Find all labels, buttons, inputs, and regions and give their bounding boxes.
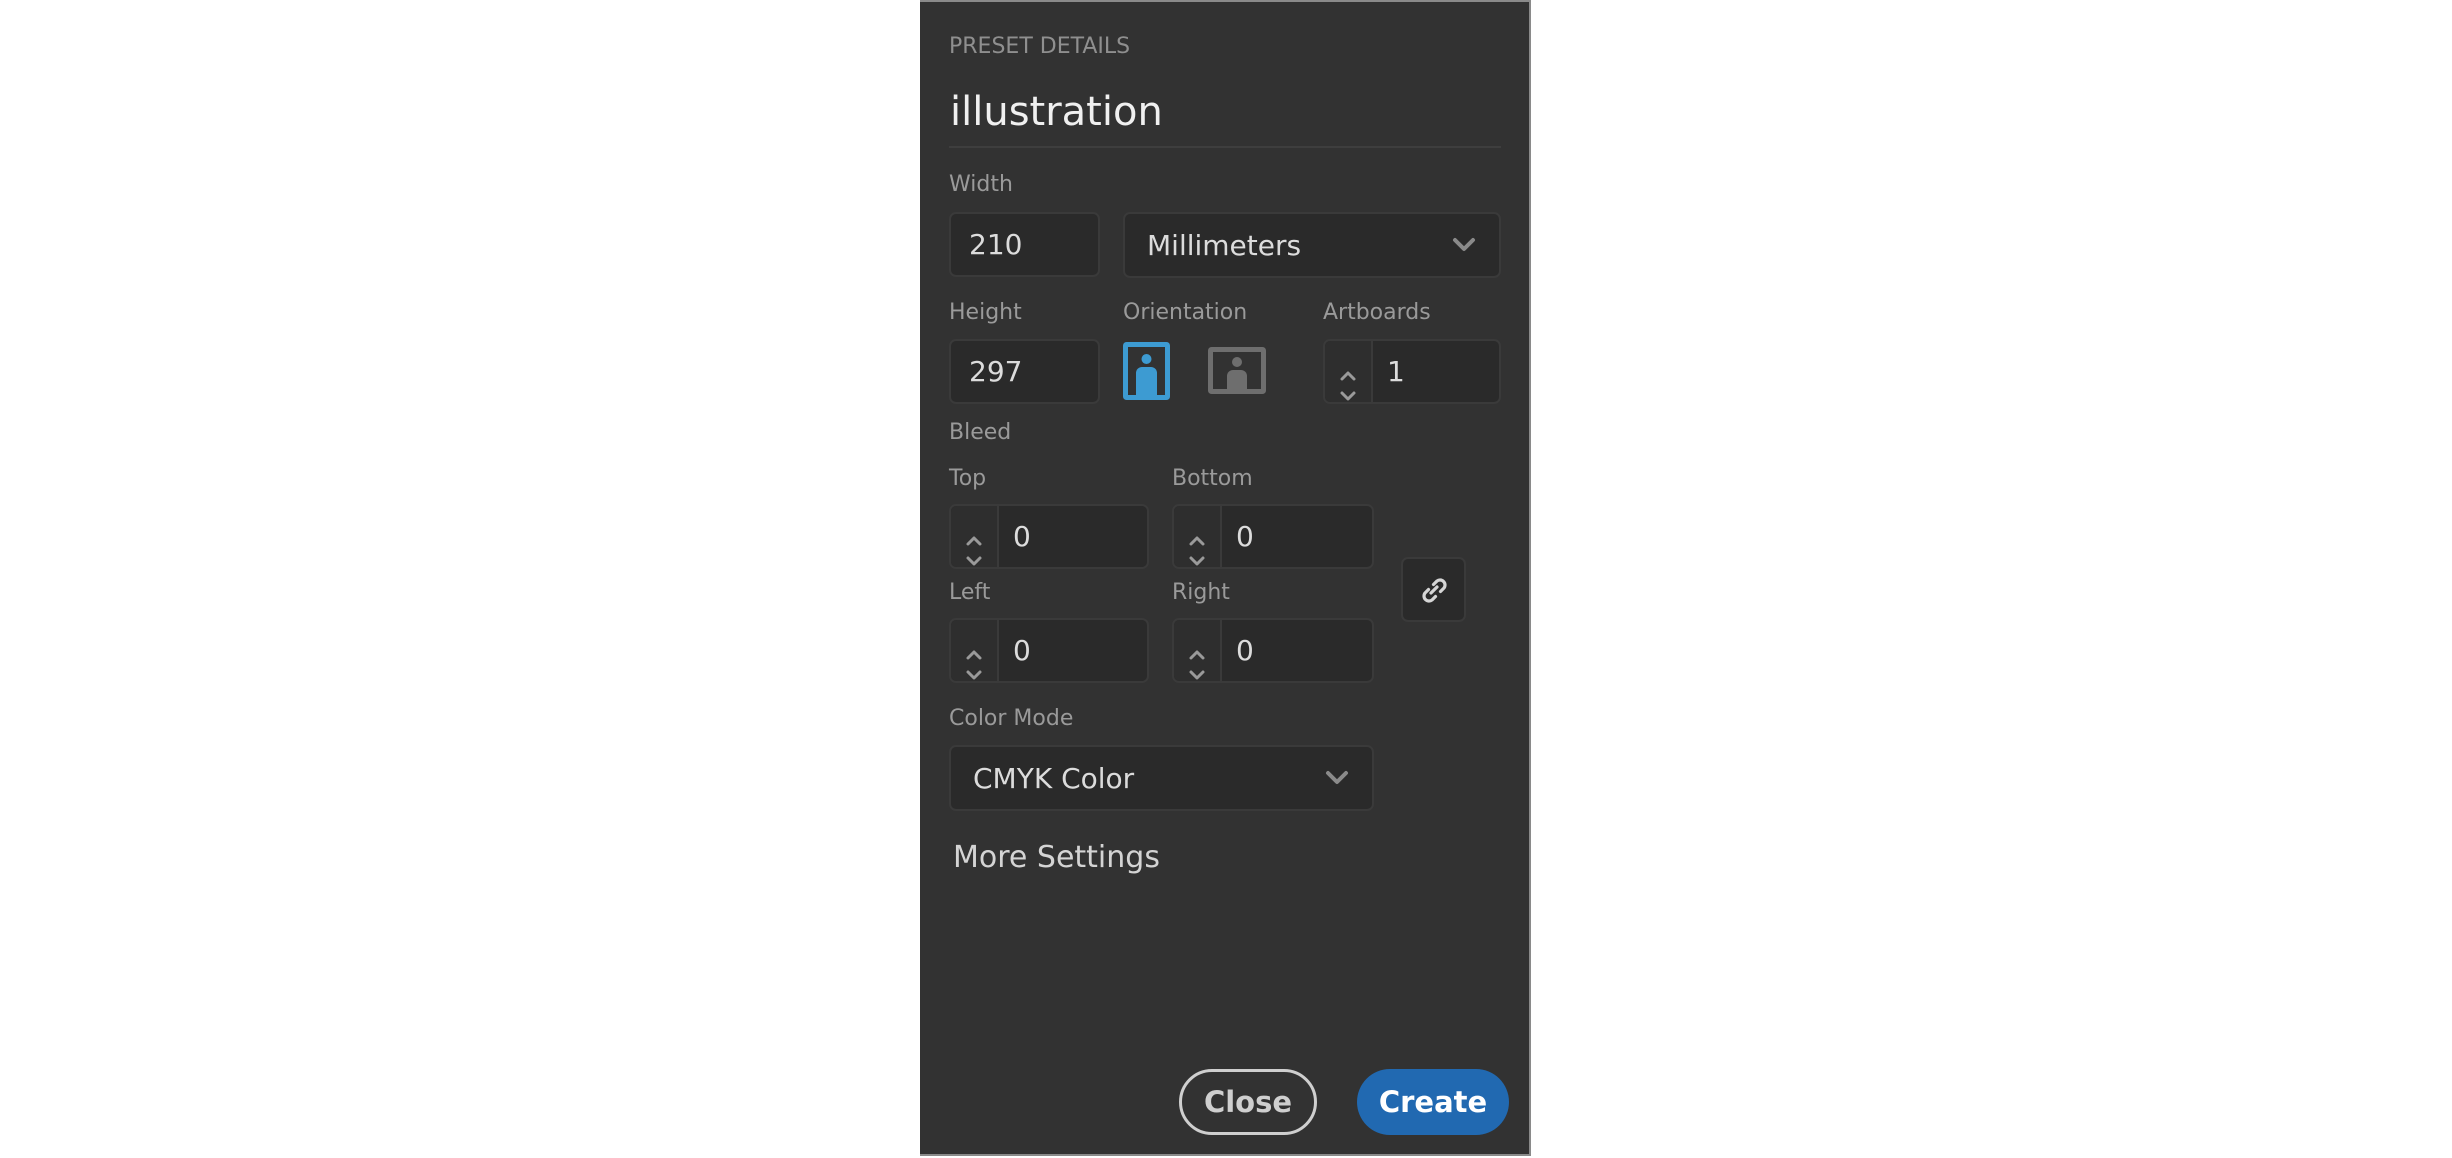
bleed-right-stepper[interactable]: 0 bbox=[1172, 618, 1374, 683]
chevron-up-icon[interactable] bbox=[1188, 521, 1206, 545]
create-button[interactable]: Create bbox=[1357, 1069, 1509, 1135]
bleed-left-value: 0 bbox=[1013, 634, 1031, 667]
chevron-up-icon[interactable] bbox=[1339, 356, 1357, 380]
color-mode-dropdown[interactable]: CMYK Color bbox=[949, 745, 1374, 811]
bleed-bottom-stepper[interactable]: 0 bbox=[1172, 504, 1374, 569]
bleed-top-stepper[interactable]: 0 bbox=[949, 504, 1149, 569]
height-label: Height bbox=[949, 300, 1022, 325]
artboards-stepper[interactable]: 1 bbox=[1323, 339, 1501, 404]
bleed-label: Bleed bbox=[949, 420, 1012, 445]
bleed-bottom-label: Bottom bbox=[1172, 466, 1253, 491]
bleed-left-step-arrows[interactable] bbox=[951, 620, 999, 681]
width-label: Width bbox=[949, 172, 1013, 197]
close-button[interactable]: Close bbox=[1179, 1069, 1317, 1135]
landscape-icon bbox=[1208, 347, 1266, 394]
chevron-down-icon[interactable] bbox=[965, 655, 983, 679]
chevron-down-icon bbox=[1449, 235, 1479, 255]
chevron-down-icon[interactable] bbox=[1188, 541, 1206, 565]
link-icon bbox=[1421, 577, 1447, 603]
chevron-down-icon[interactable] bbox=[1339, 376, 1357, 400]
chevron-up-icon[interactable] bbox=[965, 521, 983, 545]
bleed-top-step-arrows[interactable] bbox=[951, 506, 999, 567]
chevron-down-icon[interactable] bbox=[965, 541, 983, 565]
artboards-step-arrows[interactable] bbox=[1325, 341, 1373, 402]
bleed-top-label: Top bbox=[949, 466, 987, 491]
chevron-down-icon[interactable] bbox=[1188, 655, 1206, 679]
height-value: 297 bbox=[969, 355, 1023, 388]
preset-name-input[interactable]: illustration bbox=[949, 86, 1501, 148]
color-mode-label: Color Mode bbox=[949, 706, 1074, 731]
preset-details-panel: PRESET DETAILS illustration Width 210 Mi… bbox=[920, 0, 1531, 1156]
artboards-value: 1 bbox=[1387, 355, 1405, 388]
bleed-left-label: Left bbox=[949, 580, 991, 605]
bleed-left-stepper[interactable]: 0 bbox=[949, 618, 1149, 683]
chevron-up-icon[interactable] bbox=[965, 635, 983, 659]
height-input[interactable]: 297 bbox=[949, 339, 1100, 404]
bleed-bottom-step-arrows[interactable] bbox=[1174, 506, 1222, 567]
width-value: 210 bbox=[969, 228, 1023, 261]
units-value: Millimeters bbox=[1147, 228, 1302, 262]
bleed-top-value: 0 bbox=[1013, 520, 1031, 553]
landscape-orientation-button[interactable] bbox=[1208, 347, 1266, 394]
orientation-label: Orientation bbox=[1123, 300, 1248, 325]
color-mode-value: CMYK Color bbox=[973, 761, 1135, 795]
more-settings-link[interactable]: More Settings bbox=[953, 840, 1160, 875]
chevron-up-icon[interactable] bbox=[1188, 635, 1206, 659]
units-dropdown[interactable]: Millimeters bbox=[1123, 212, 1501, 278]
bleed-right-value: 0 bbox=[1236, 634, 1254, 667]
width-input[interactable]: 210 bbox=[949, 212, 1100, 277]
section-title: PRESET DETAILS bbox=[949, 34, 1131, 59]
portrait-icon bbox=[1123, 342, 1170, 400]
portrait-orientation-button[interactable] bbox=[1123, 342, 1170, 400]
link-bleed-button[interactable] bbox=[1401, 557, 1466, 622]
bleed-bottom-value: 0 bbox=[1236, 520, 1254, 553]
chevron-down-icon bbox=[1322, 768, 1352, 788]
artboards-label: Artboards bbox=[1323, 300, 1431, 325]
bleed-right-step-arrows[interactable] bbox=[1174, 620, 1222, 681]
bleed-right-label: Right bbox=[1172, 580, 1230, 605]
